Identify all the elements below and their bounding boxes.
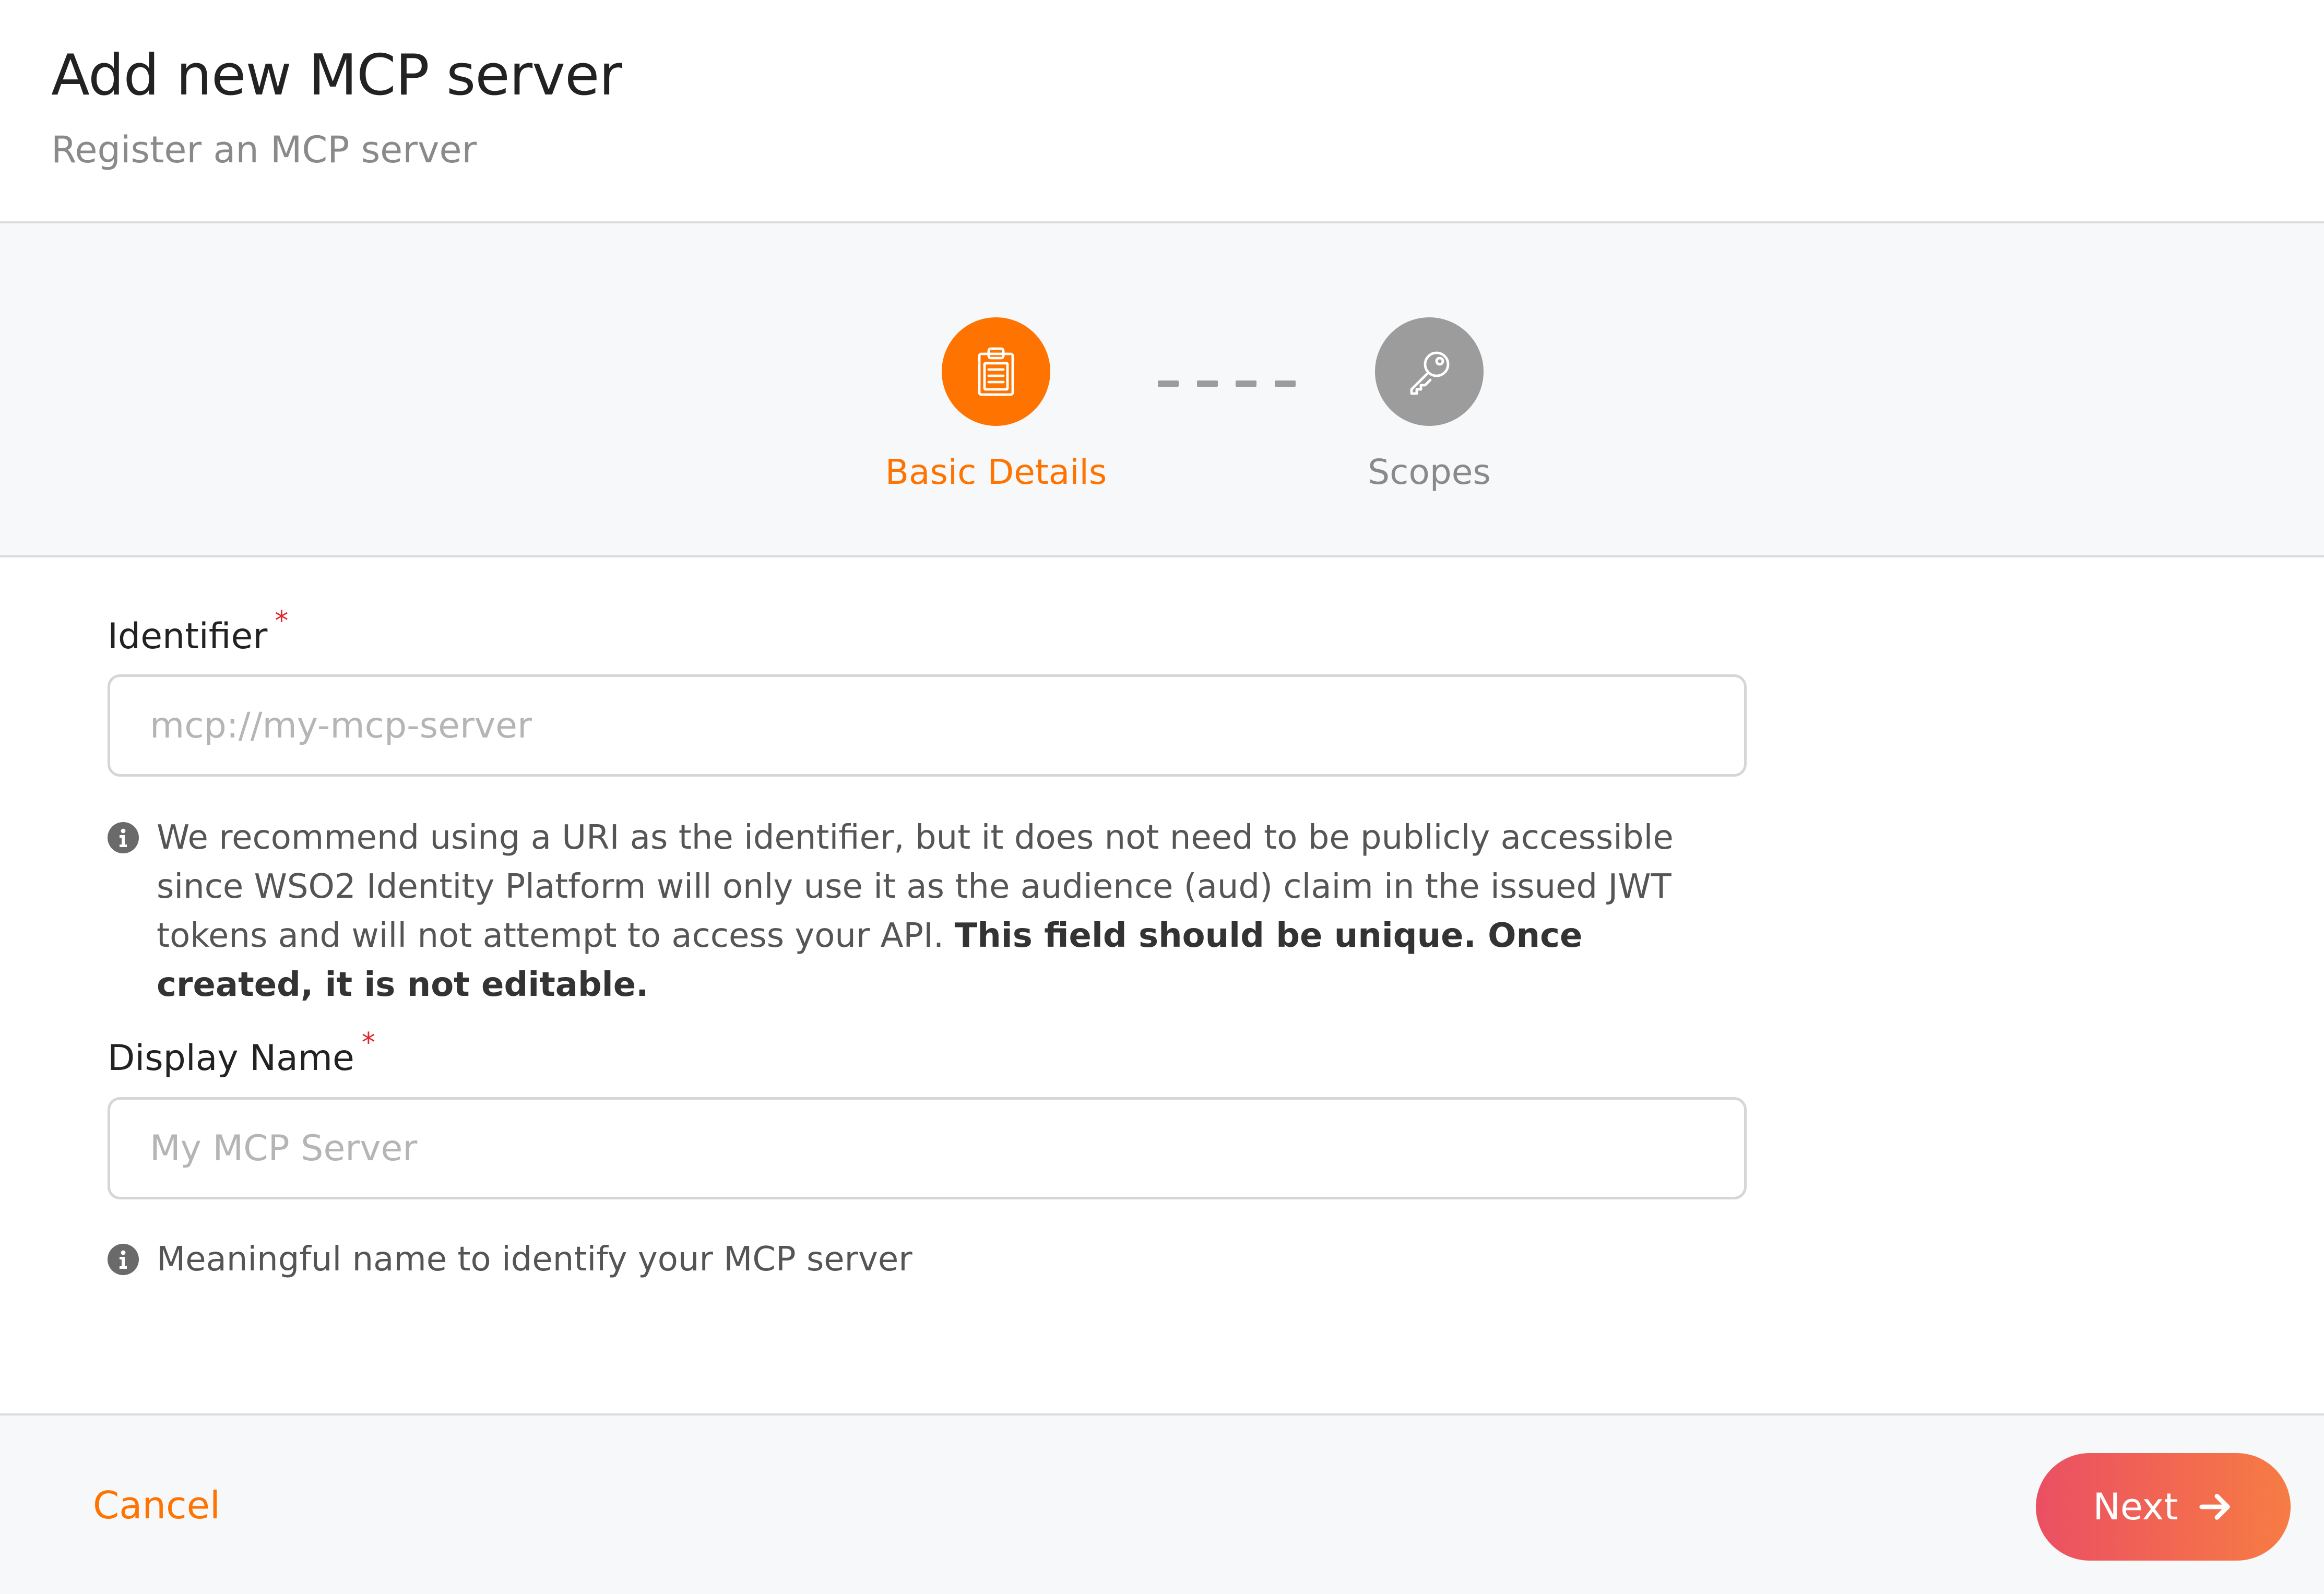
clipboard-icon [978, 347, 1014, 396]
display-name-label: Display Name * [108, 1027, 375, 1079]
info-icon [108, 822, 139, 853]
page-title: Add new MCP server [51, 43, 622, 108]
identifier-label: Identifier * [108, 605, 288, 657]
step-label-basic-details: Basic Details [885, 452, 1107, 492]
display-name-input[interactable] [108, 1097, 1747, 1199]
wizard-stepper: Basic Details Scopes [0, 223, 2324, 557]
step-label-scopes: Scopes [1368, 452, 1491, 492]
step-connector [1158, 380, 1296, 387]
next-button-label: Next [2093, 1485, 2178, 1528]
page-subtitle: Register an MCP server [51, 128, 477, 171]
display-name-hint: Meaningful name to identify your MCP ser… [108, 1235, 1747, 1284]
info-icon [108, 1244, 139, 1275]
display-name-hint-text: Meaningful name to identify your MCP ser… [157, 1240, 912, 1279]
display-name-label-text: Display Name [108, 1038, 354, 1079]
arrow-right-icon [2199, 1494, 2230, 1520]
modal-header: Add new MCP server Register an MCP serve… [0, 0, 2324, 223]
identifier-label-text: Identifier [108, 616, 268, 657]
step-circle-inactive [1375, 317, 1484, 426]
identifier-input[interactable] [108, 674, 1747, 777]
identifier-hint-text: We recommend using a URI as the identifi… [157, 813, 1747, 1009]
identifier-hint: We recommend using a URI as the identifi… [108, 813, 1747, 1009]
required-marker: * [275, 605, 289, 637]
next-button[interactable]: Next [2036, 1453, 2291, 1561]
step-basic-details[interactable]: Basic Details [860, 317, 1132, 492]
modal-footer: Cancel Next [0, 1413, 2324, 1594]
cancel-button[interactable]: Cancel [93, 1483, 220, 1527]
form-body: Identifier* We recommend using a URI as … [0, 557, 2324, 1413]
key-icon [1410, 351, 1450, 395]
add-mcp-server-modal: Add new MCP server Register an MCP serve… [0, 0, 2324, 1594]
step-circle-active [942, 317, 1050, 426]
required-marker: * [361, 1027, 375, 1058]
step-scopes[interactable]: Scopes [1294, 317, 1565, 492]
